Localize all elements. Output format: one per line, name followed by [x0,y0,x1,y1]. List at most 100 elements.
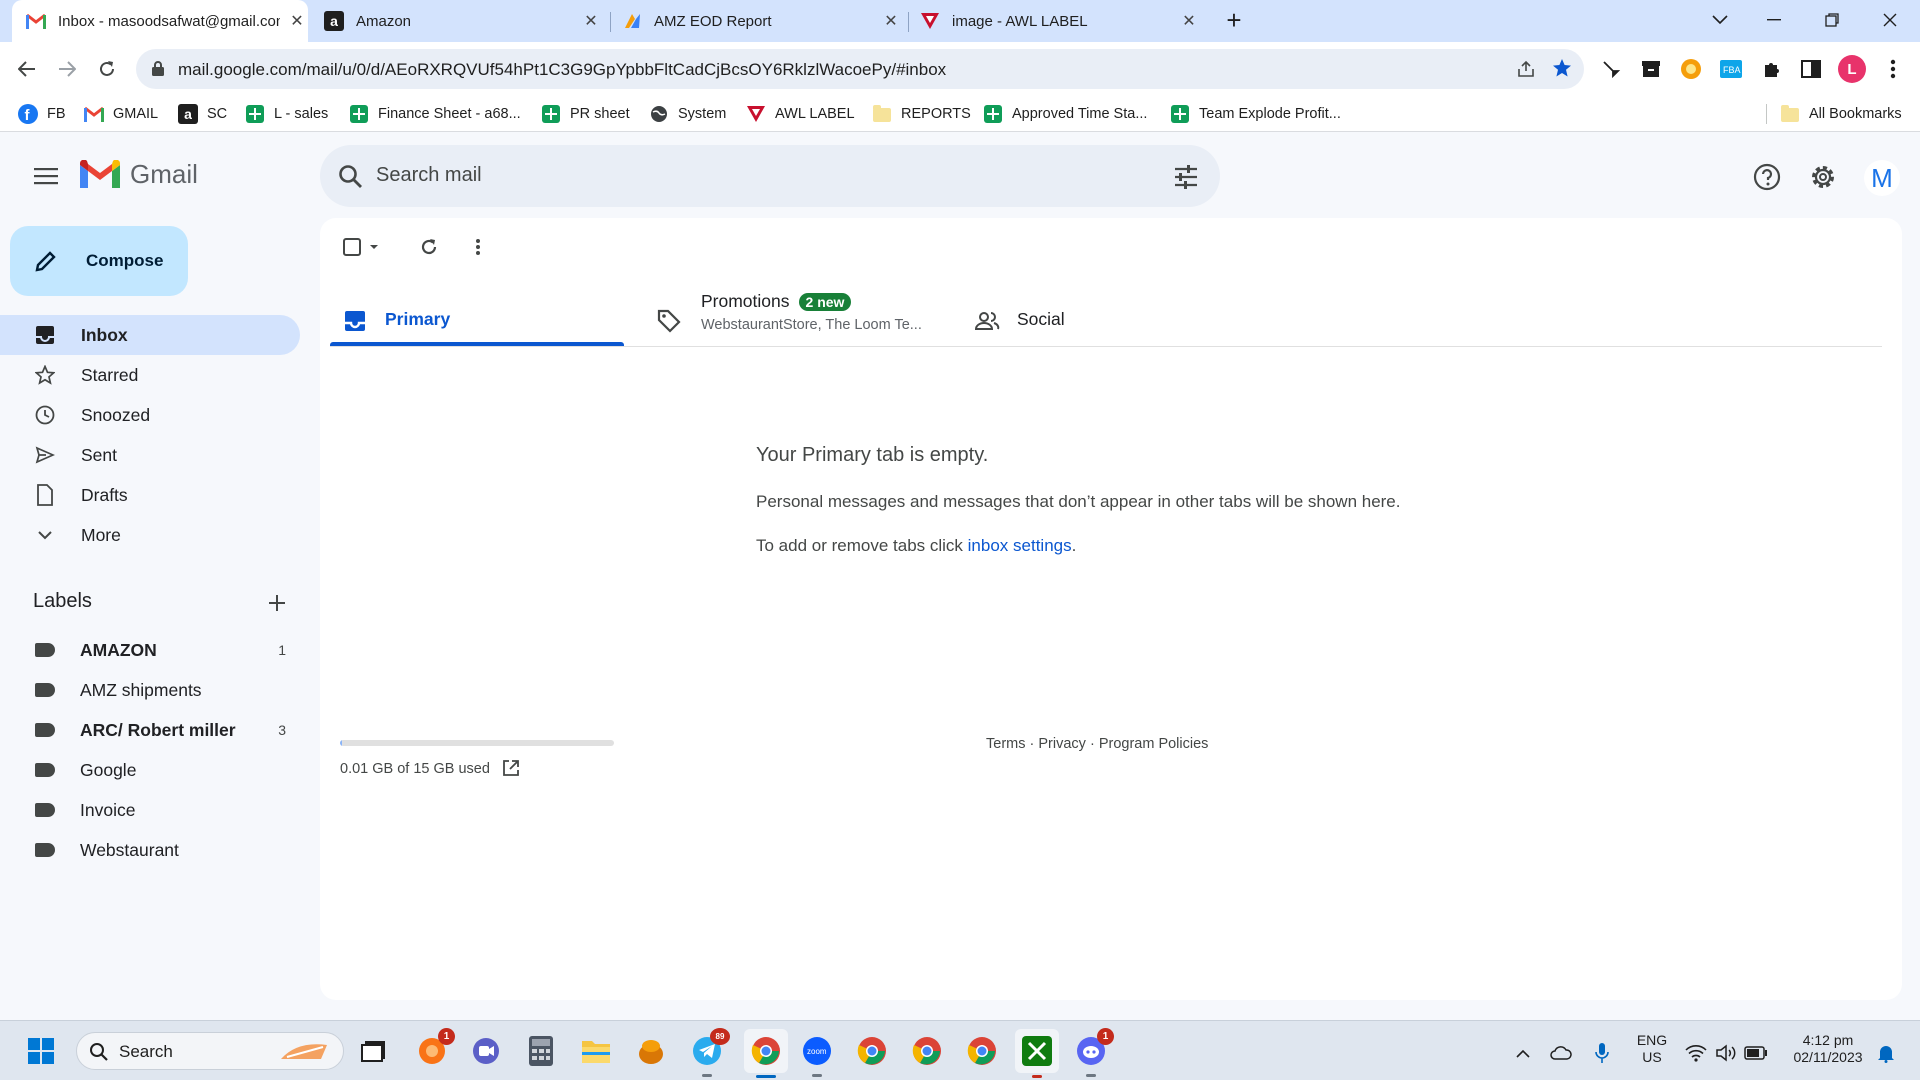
microphone-icon[interactable] [1590,1041,1614,1065]
game-app-icon[interactable] [634,1034,668,1068]
windows-start-icon[interactable] [24,1034,58,1068]
support-button[interactable] [1747,157,1787,197]
volume-icon[interactable] [1714,1041,1738,1065]
bookmark-gmail[interactable]: GMAIL [84,103,158,125]
account-avatar[interactable]: M [1864,160,1900,196]
tab-search-chevron-icon[interactable] [1700,0,1740,40]
extension-arrow-icon[interactable] [1598,56,1624,82]
restore-button[interactable] [1812,0,1852,40]
close-tab-icon[interactable]: ✕ [286,10,308,32]
notification-bell-icon[interactable] [1874,1041,1898,1065]
extension-fba-icon[interactable]: FBA [1718,56,1744,82]
all-bookmarks-button[interactable]: All Bookmarks [1780,103,1902,125]
sidebar-item-drafts[interactable]: Drafts [0,475,300,515]
profile-avatar[interactable]: L [1838,55,1866,83]
search-icon[interactable] [338,164,364,190]
minimize-button[interactable] [1754,0,1794,40]
bookmark-fb[interactable]: f FB [18,103,66,125]
bookmark-star-icon[interactable] [1552,58,1572,83]
calculator-icon[interactable] [524,1034,558,1068]
label-google[interactable]: Google [0,750,300,790]
tab-amazon[interactable]: a Amazon ✕ [322,0,602,42]
more-actions-button[interactable] [466,232,490,262]
close-tab-icon[interactable]: ✕ [880,10,902,32]
taskbar-search-input[interactable]: Search [119,1042,173,1062]
file-explorer-icon[interactable] [579,1034,613,1068]
chrome-profile-2-icon[interactable] [855,1034,889,1068]
clock[interactable]: 4:12 pm 02/11/2023 [1780,1032,1876,1066]
label-amazon[interactable]: AMAZON 1 [0,630,300,670]
zoom-icon[interactable]: zoom [800,1034,834,1077]
chrome-profile-3-icon[interactable] [910,1034,944,1068]
program-policies-link[interactable]: Program Policies [1099,736,1209,752]
sidebar-item-snoozed[interactable]: Snoozed [0,395,300,435]
close-tab-icon[interactable]: ✕ [1178,10,1200,32]
new-tab-button[interactable]: + [1214,0,1254,40]
privacy-link[interactable]: Privacy [1038,736,1086,752]
show-hidden-icons-chevron-icon[interactable] [1511,1041,1535,1065]
input-language[interactable]: ENG US [1632,1032,1672,1066]
task-view-icon[interactable] [357,1034,391,1068]
compose-button[interactable]: Compose [10,226,188,296]
search-bar[interactable]: Search mail [320,145,1220,207]
bookmark-awl-label[interactable]: AWL LABEL [746,103,855,125]
settings-button[interactable] [1803,157,1843,197]
tab-promotions[interactable]: Promotions 2 new WebstaurantStore, The Lo… [650,282,940,364]
refresh-button[interactable] [414,232,444,262]
tab-amz-eod-report[interactable]: AMZ EOD Report ✕ [622,0,902,42]
onedrive-cloud-icon[interactable] [1549,1041,1573,1065]
address-bar[interactable]: mail.google.com/mail/u/0/d/AEoRXRQVUf54h… [136,49,1584,89]
tab-social[interactable]: Social [970,282,1250,364]
search-input[interactable]: Search mail [376,164,482,187]
discord-icon[interactable]: 1 [1074,1028,1114,1077]
label-invoice[interactable]: Invoice [0,790,300,830]
extensions-puzzle-icon[interactable] [1758,56,1784,82]
label-arc-robert-miller[interactable]: ARC/ Robert miller 3 [0,710,300,750]
reload-button[interactable] [90,52,124,86]
tab-primary[interactable]: Primary [330,282,624,364]
xbox-icon[interactable] [1015,1029,1059,1078]
tab-gmail-inbox[interactable]: Inbox - masoodsafwat@gmail.com ✕ [12,0,308,42]
bookmark-reports[interactable]: REPORTS [872,103,971,125]
chrome-profile-4-icon[interactable] [965,1034,999,1068]
extension-archive-icon[interactable] [1638,56,1664,82]
orange-app-icon[interactable]: 1 [415,1028,455,1068]
search-options-icon[interactable] [1172,163,1200,191]
sidebar-item-starred[interactable]: Starred [0,355,300,395]
telegram-icon[interactable]: 89 [690,1028,730,1077]
chrome-menu-icon[interactable] [1880,56,1906,82]
select-all-checkbox[interactable] [340,232,384,262]
close-window-button[interactable] [1870,0,1910,40]
sidebar-item-inbox[interactable]: Inbox [0,315,300,355]
side-panel-icon[interactable] [1798,56,1824,82]
close-tab-icon[interactable]: ✕ [580,10,602,32]
label-icon [35,803,55,817]
gmail-logo[interactable]: Gmail [80,159,198,190]
chrome-active-icon[interactable] [744,1029,788,1078]
extension-orange-icon[interactable] [1678,56,1704,82]
bookmark-finance-sheet[interactable]: Finance Sheet - a68... [349,103,521,125]
sidebar-item-sent[interactable]: Sent [0,435,300,475]
taskbar-search[interactable]: Search [76,1032,344,1070]
inbox-settings-link[interactable]: inbox settings [968,536,1072,555]
terms-link[interactable]: Terms [986,736,1025,752]
bookmark-l-sales[interactable]: L - sales [245,103,328,125]
bookmark-system[interactable]: System [649,103,726,125]
teams-chat-icon[interactable] [469,1034,503,1068]
label-amz-shipments[interactable]: AMZ shipments [0,670,300,710]
share-icon[interactable] [1516,59,1536,84]
bookmark-approved-time[interactable]: Approved Time Sta... [983,103,1147,125]
wifi-icon[interactable] [1684,1041,1708,1065]
open-in-new-icon[interactable] [502,759,522,779]
add-label-button[interactable] [264,590,290,616]
label-webstaurant[interactable]: Webstaurant [0,830,300,870]
forward-button[interactable] [50,52,84,86]
sidebar-item-more[interactable]: More [0,515,300,555]
main-menu-button[interactable] [26,156,66,196]
battery-icon[interactable] [1744,1041,1768,1065]
back-button[interactable] [10,52,44,86]
bookmark-team-explode[interactable]: Team Explode Profit... [1170,103,1341,125]
tab-awl-label[interactable]: image - AWL LABEL ✕ [920,0,1200,42]
bookmark-pr-sheet[interactable]: PR sheet [541,103,630,125]
bookmark-sc[interactable]: a SC [178,103,227,125]
